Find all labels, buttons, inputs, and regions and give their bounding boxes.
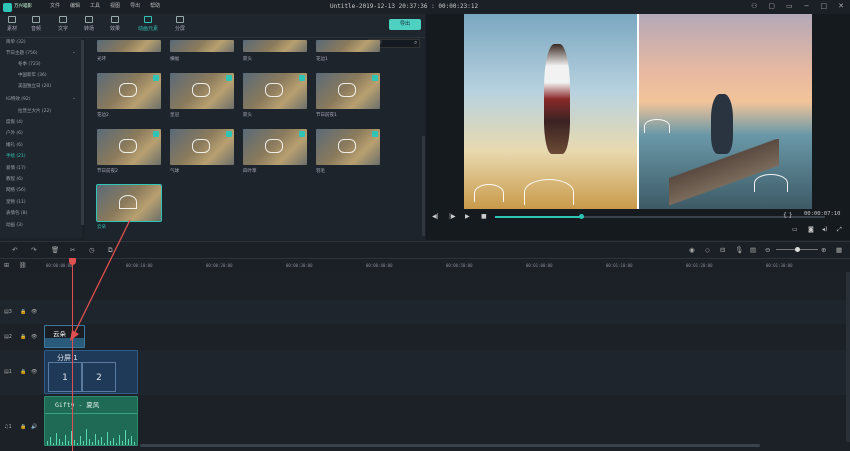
drag-arrow-annotation xyxy=(70,219,131,341)
timeline-vertical-scrollbar[interactable] xyxy=(846,272,850,442)
timeline-horizontal-scrollbar[interactable] xyxy=(140,444,760,447)
